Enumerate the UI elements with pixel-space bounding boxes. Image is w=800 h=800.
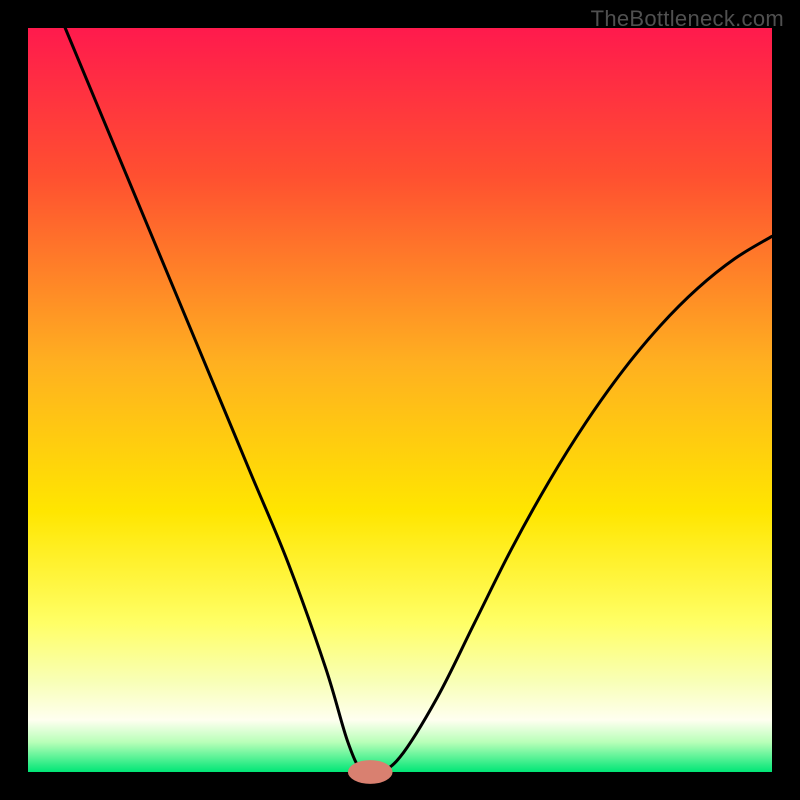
plot-background: [28, 28, 772, 772]
chart-canvas: [0, 0, 800, 800]
bottleneck-chart: TheBottleneck.com: [0, 0, 800, 800]
optimum-marker: [348, 760, 393, 784]
watermark-text: TheBottleneck.com: [591, 6, 784, 32]
